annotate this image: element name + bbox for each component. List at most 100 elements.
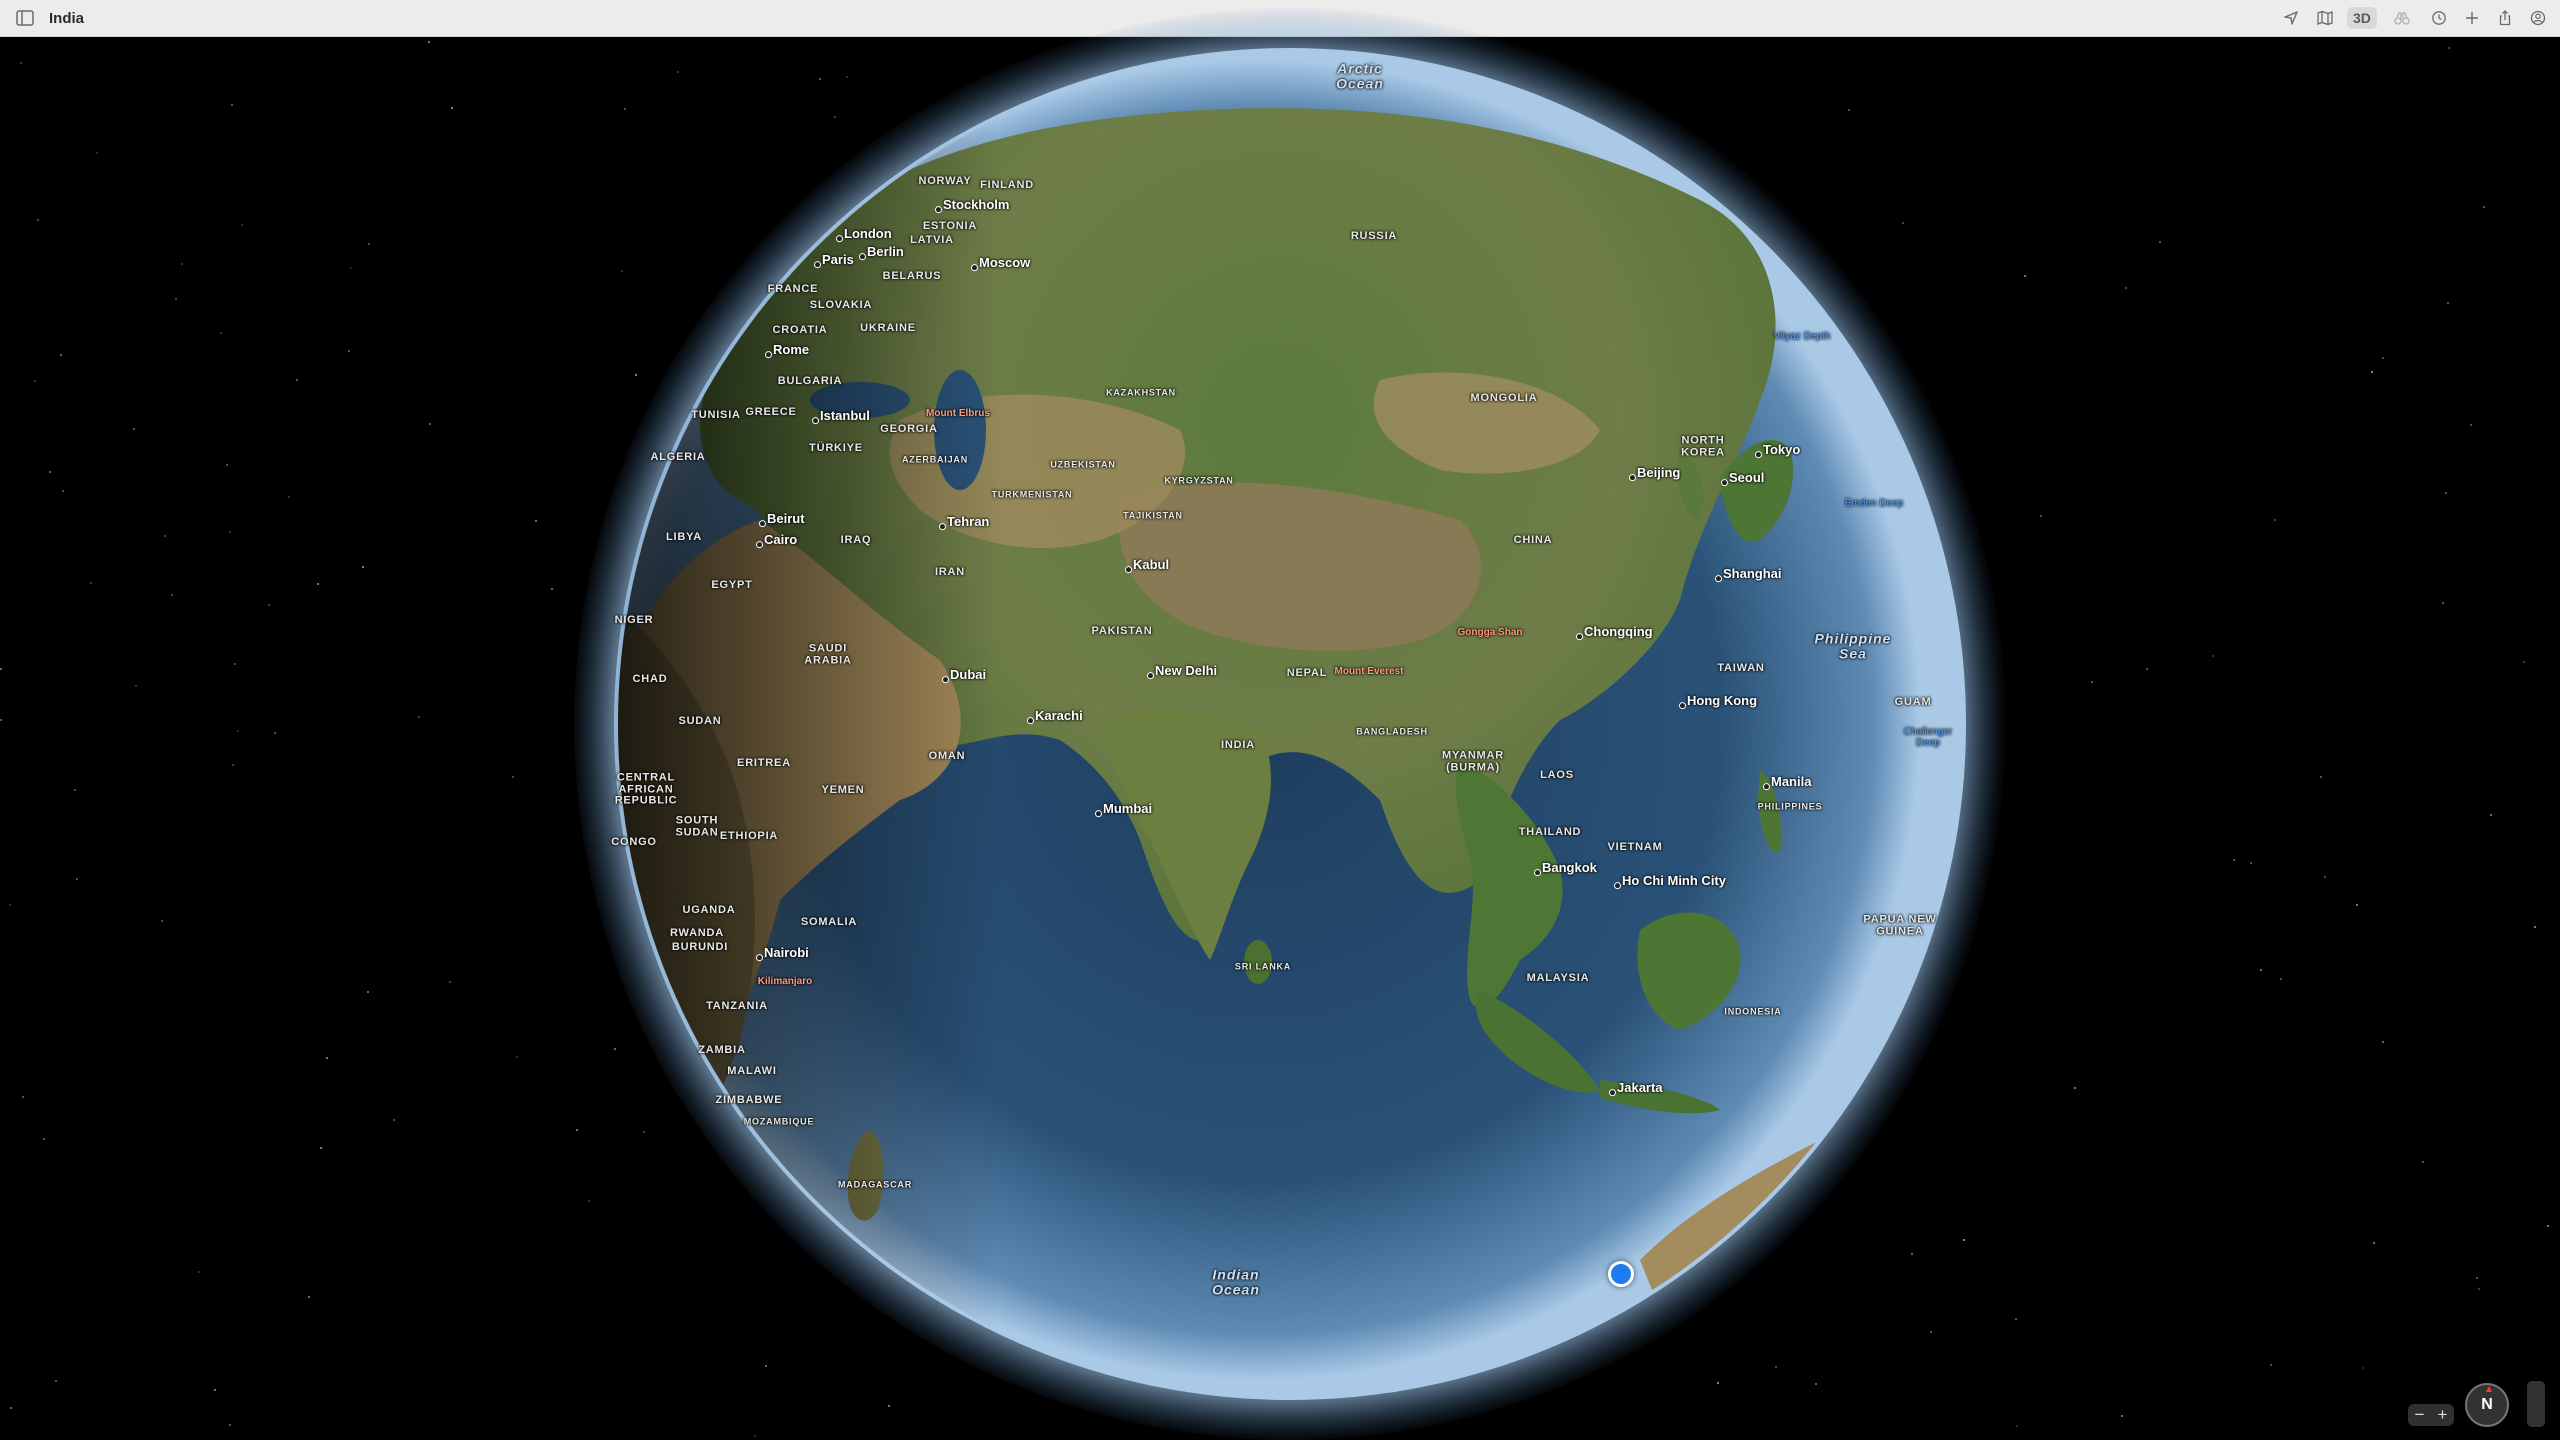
country-label-ukraine: UKRAINE [860, 322, 916, 335]
city-marker-jakarta[interactable]: Jakarta [1609, 1081, 1663, 1096]
country-label-belarus: BELARUS [882, 270, 942, 283]
country-label-bangladesh: BANGLADESH [1356, 726, 1428, 737]
country-label-uganda: UGANDA [682, 904, 736, 917]
compass-button[interactable]: N [2465, 1383, 2509, 1427]
country-label-latvia: LATVIA [910, 234, 954, 247]
country-label-rwanda: RWANDA [669, 927, 725, 940]
country-label-niger: NIGER [614, 614, 654, 627]
country-label-tajikistan: TAJIKISTAN [1123, 510, 1183, 521]
country-label-norway: NORWAY [918, 175, 972, 188]
city-marker-mumbai[interactable]: Mumbai [1094, 802, 1152, 817]
landmark-label-mount-everest: Mount Everest [1334, 665, 1404, 677]
pitch-control[interactable] [2527, 1381, 2545, 1427]
country-label-oman: OMAN [928, 750, 966, 763]
country-label-south-sudan: SOUTH SUDAN [675, 814, 719, 838]
country-label-sudan: SUDAN [678, 715, 722, 728]
country-label-somalia: SOMALIA [800, 916, 858, 929]
country-label-saudi-arabia: SAUDI ARABIA [804, 642, 852, 666]
country-label-bulgaria: BULGARIA [777, 375, 843, 388]
country-label-china: CHINA [1513, 534, 1553, 547]
country-label-mongolia: MONGOLIA [1470, 392, 1538, 405]
country-label-estonia: ESTONIA [922, 220, 978, 233]
city-marker-beijing[interactable]: Beijing [1628, 466, 1680, 481]
country-label-vietnam: VIETNAM [1607, 841, 1663, 854]
landmark-label-kilimanjaro: Kilimanjaro [757, 975, 813, 987]
country-label-chad: CHAD [632, 673, 668, 686]
country-label-sri-lanka: SRI LANKA [1234, 961, 1292, 972]
city-marker-manila[interactable]: Manila [1762, 775, 1811, 790]
city-marker-karachi[interactable]: Karachi [1027, 709, 1083, 724]
city-marker-ho-chi-minh-city[interactable]: Ho Chi Minh City [1614, 874, 1726, 889]
country-label-malawi: MALAWI [727, 1065, 777, 1078]
city-marker-london[interactable]: London [836, 227, 892, 242]
country-label-guam: GUAM [1894, 696, 1932, 709]
country-label-north-korea: NORTH KOREA [1681, 434, 1725, 458]
landmark-label-mount-elbrus: Mount Elbrus [926, 407, 990, 419]
country-label-t-rkiye: TÜRKIYE [809, 442, 863, 455]
city-marker-dubai[interactable]: Dubai [941, 668, 986, 683]
country-label-myanmar-burma: MYANMAR (BURMA) [1441, 749, 1505, 773]
country-label-congo: CONGO [611, 836, 657, 849]
country-label-indonesia: INDONESIA [1724, 1006, 1782, 1017]
city-marker-seoul[interactable]: Seoul [1720, 471, 1764, 486]
ocean-label-indian: Indian Ocean [1212, 1266, 1260, 1297]
country-label-tunisia: TUNISIA [691, 409, 741, 422]
country-label-croatia: CROATIA [772, 324, 828, 337]
country-label-zimbabwe: ZIMBABWE [715, 1094, 783, 1107]
city-marker-nairobi[interactable]: Nairobi [756, 946, 809, 961]
landmark-label-gongga-shan: Gongga Shan [1457, 626, 1523, 638]
country-label-finland: FINLAND [980, 179, 1034, 192]
country-label-georgia: GEORGIA [880, 423, 938, 436]
city-marker-new-delhi[interactable]: New Delhi [1146, 664, 1217, 679]
compass-label: N [2481, 1396, 2493, 1413]
country-label-burundi: BURUNDI [671, 941, 729, 954]
city-marker-chongqing[interactable]: Chongqing [1576, 625, 1653, 640]
country-label-turkmenistan: TURKMENISTAN [991, 489, 1073, 500]
zoom-in-button[interactable]: + [2431, 1404, 2454, 1426]
compass-north-indicator [2486, 1386, 2492, 1392]
zoom-out-button[interactable]: − [2408, 1404, 2431, 1426]
country-label-nepal: NEPAL [1286, 667, 1328, 680]
current-location-marker[interactable] [1608, 1261, 1634, 1287]
city-marker-cairo[interactable]: Cairo [755, 533, 797, 548]
country-label-philippines: PHILIPPINES [1757, 801, 1823, 812]
city-marker-shanghai[interactable]: Shanghai [1715, 567, 1782, 582]
country-label-kazakhstan: KAZAKHSTAN [1106, 387, 1176, 398]
ocean-label-philippine: Philippine Sea [1814, 630, 1892, 661]
country-label-pakistan: PAKISTAN [1091, 625, 1153, 638]
country-label-uzbekistan: UZBEKISTAN [1050, 459, 1116, 470]
city-marker-tokyo[interactable]: Tokyo [1754, 443, 1800, 458]
city-marker-istanbul[interactable]: Istanbul [812, 409, 870, 424]
country-label-india: INDIA [1221, 739, 1255, 752]
city-marker-beirut[interactable]: Beirut [759, 512, 805, 527]
country-label-ethiopia: ETHIOPIA [719, 830, 779, 843]
country-label-azerbaijan: AZERBAIJAN [901, 454, 969, 465]
country-label-eritrea: ERITREA [737, 757, 791, 770]
city-marker-bangkok[interactable]: Bangkok [1534, 861, 1597, 876]
trench-label-challenger-deep: Challenger Deep [1903, 726, 1953, 748]
city-marker-tehran[interactable]: Tehran [938, 515, 989, 530]
country-label-russia: RUSSIA [1350, 230, 1398, 243]
country-label-mozambique: MOZAMBIQUE [743, 1116, 815, 1127]
country-label-greece: GREECE [745, 406, 797, 419]
country-label-laos: LAOS [1540, 769, 1574, 782]
country-label-iraq: IRAQ [840, 534, 872, 547]
country-label-france: FRANCE [767, 283, 819, 296]
country-label-taiwan: TAIWAN [1717, 662, 1765, 675]
city-marker-hong-kong[interactable]: Hong Kong [1678, 694, 1757, 709]
country-label-algeria: ALGERIA [650, 451, 706, 464]
city-marker-moscow[interactable]: Moscow [970, 256, 1030, 271]
city-marker-berlin[interactable]: Berlin [859, 245, 904, 260]
country-label-slovakia: SLOVAKIA [809, 299, 873, 312]
country-label-yemen: YEMEN [821, 784, 865, 797]
country-label-tanzania: TANZANIA [706, 1000, 768, 1013]
country-label-zambia: ZAMBIA [698, 1044, 746, 1057]
country-label-iran: IRAN [934, 566, 966, 579]
country-label-libya: LIBYA [666, 531, 702, 544]
city-marker-stockholm[interactable]: Stockholm [934, 198, 1009, 213]
city-marker-rome[interactable]: Rome [764, 343, 809, 358]
country-label-central-african-republic: CENTRAL AFRICAN REPUBLIC [614, 771, 678, 807]
city-marker-kabul[interactable]: Kabul [1124, 558, 1169, 573]
globe[interactable] [0, 0, 2560, 1440]
city-marker-paris[interactable]: Paris [814, 253, 854, 268]
